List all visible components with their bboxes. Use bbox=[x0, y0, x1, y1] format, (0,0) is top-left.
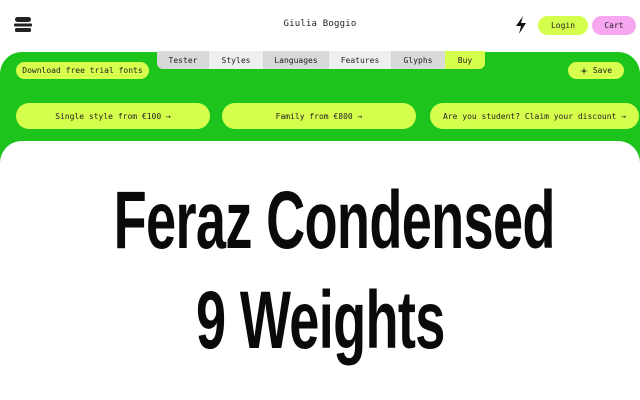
type-specimen-canvas: Feraz Condensed 9 Weights bbox=[0, 141, 640, 400]
cart-button[interactable]: Cart bbox=[592, 16, 636, 35]
tab-styles[interactable]: Styles bbox=[209, 51, 263, 69]
tab-buy[interactable]: Buy bbox=[445, 51, 485, 69]
tab-tester[interactable]: Tester bbox=[157, 51, 209, 69]
sparkle-icon bbox=[579, 66, 588, 75]
student-discount-button[interactable]: Are you student? Claim your discount → bbox=[430, 103, 639, 129]
specimen-title-text: Feraz Condensed bbox=[113, 175, 556, 266]
tab-features[interactable]: Features bbox=[329, 51, 391, 69]
tab-glyphs[interactable]: Glyphs bbox=[391, 51, 445, 69]
family-price-button[interactable]: Family from €800 → bbox=[222, 103, 416, 129]
tab-languages[interactable]: Languages bbox=[263, 51, 329, 69]
section-tabs: Tester Styles Languages Features Glyphs … bbox=[157, 51, 485, 69]
lightning-icon[interactable] bbox=[514, 15, 528, 35]
specimen-title: Feraz Condensed bbox=[0, 171, 640, 271]
specimen-subtitle-text: 9 Weights bbox=[195, 275, 445, 366]
save-button[interactable]: Save bbox=[568, 62, 624, 79]
save-label: Save bbox=[592, 66, 613, 75]
login-button[interactable]: Login bbox=[538, 16, 588, 35]
single-style-price-button[interactable]: Single style from €100 → bbox=[16, 103, 210, 129]
download-trial-button[interactable]: Download free trial fonts bbox=[16, 62, 149, 79]
top-header: Giulia Boggio Login Cart bbox=[0, 0, 640, 52]
specimen-subtitle: 9 Weights bbox=[0, 271, 640, 371]
